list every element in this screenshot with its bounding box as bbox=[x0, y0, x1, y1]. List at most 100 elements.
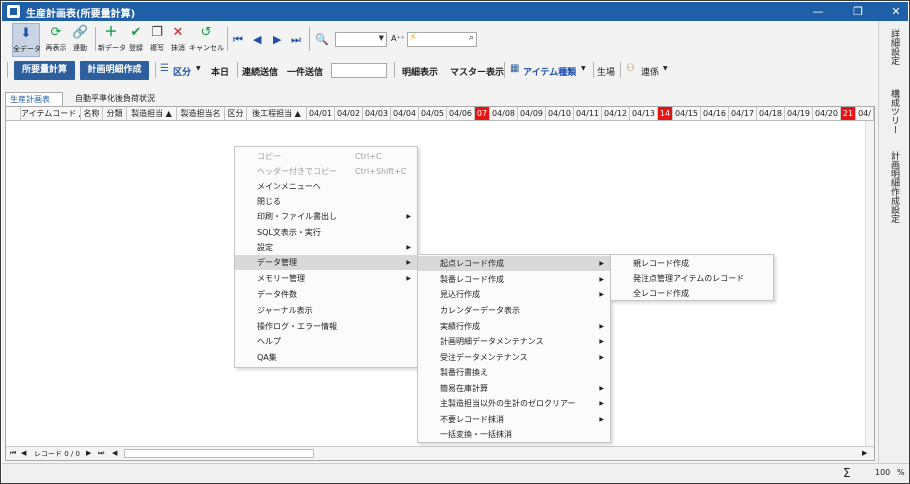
menu-item-qa[interactable]: QA集 bbox=[235, 350, 417, 365]
sigma-icon[interactable]: Σ bbox=[843, 466, 851, 480]
continuous-send-button[interactable]: 連続送信 bbox=[242, 65, 278, 78]
date-header[interactable]: 04/13 bbox=[630, 107, 658, 120]
tab-plan-detail-settings[interactable]: 計画明細作成設定 bbox=[888, 151, 901, 223]
menu-item-data-count[interactable]: データ件数 bbox=[235, 287, 417, 302]
binoculars-icon[interactable]: 🔍 bbox=[315, 33, 329, 46]
menu-item-delete-unneeded[interactable]: 不要レコード抹消 ▶ bbox=[418, 412, 610, 427]
last-page-icon[interactable]: ⏭ bbox=[98, 449, 104, 458]
column-header[interactable]: 後工程担当 ▲ bbox=[247, 107, 307, 120]
scroll-left-icon[interactable]: ◀ bbox=[112, 449, 117, 457]
copy-button[interactable]: ❐ 複写 bbox=[147, 23, 167, 57]
menu-item-zero-clear[interactable]: 主製造担当以外の生計のゼロクリアー ▶ bbox=[418, 396, 610, 411]
last-record-icon[interactable]: ⏭ bbox=[291, 33, 301, 47]
tab-detail-settings[interactable]: 詳細設定 bbox=[888, 29, 901, 65]
menu-item-reorder-point-record[interactable]: 発注点管理アイテムのレコード bbox=[611, 271, 773, 286]
date-header[interactable]: 04/18 bbox=[757, 107, 785, 120]
menu-item-data-management[interactable]: データ管理 ▶ bbox=[235, 255, 417, 270]
next-page-icon[interactable]: ▶ bbox=[86, 449, 91, 457]
today-button[interactable]: 本日 bbox=[211, 65, 229, 78]
font-size-icon[interactable]: A⁺⁺ bbox=[391, 34, 405, 43]
menu-item-simple-stock[interactable]: 簡易在庫計算 ▶ bbox=[418, 381, 610, 396]
register-button[interactable]: ✔ 登録 bbox=[126, 23, 146, 57]
menu-item-sql[interactable]: SQL文表示・実行 bbox=[235, 225, 417, 240]
new-data-button[interactable]: ＋ 新データ bbox=[98, 23, 126, 57]
requirement-calc-button[interactable]: 所要量計算 bbox=[14, 61, 75, 80]
factory-button[interactable]: 生場 bbox=[597, 65, 615, 78]
date-header-holiday[interactable]: 14 bbox=[658, 107, 673, 120]
filter-input[interactable]: ⚡ ⌕ bbox=[407, 32, 477, 47]
tab-auto-leveling[interactable]: 自動平準化後負荷状況 bbox=[71, 92, 159, 106]
date-header[interactable]: 04/09 bbox=[518, 107, 546, 120]
link-button[interactable]: 🔗 連動 bbox=[70, 23, 90, 57]
date-header[interactable]: 04/11 bbox=[574, 107, 602, 120]
date-header[interactable]: 04/20 bbox=[813, 107, 841, 120]
menu-item-lot-record[interactable]: 製番レコード作成 ▶ bbox=[418, 272, 610, 287]
date-header[interactable]: 04/10 bbox=[546, 107, 574, 120]
first-record-icon[interactable]: ⏮ bbox=[233, 33, 243, 47]
cancel-button[interactable]: ↺ キャンセル bbox=[189, 23, 224, 57]
menu-item-journal[interactable]: ジャーナル表示 bbox=[235, 303, 417, 318]
menu-item-calendar-data[interactable]: カレンダーデータ表示 bbox=[418, 303, 610, 318]
scroll-right-icon[interactable]: ▶ bbox=[862, 449, 867, 457]
linkage-dropdown[interactable]: 連係 bbox=[641, 65, 659, 78]
menu-item-all-records[interactable]: 全レコード作成 bbox=[611, 286, 773, 301]
minimize-button[interactable]: — bbox=[808, 4, 828, 19]
detail-display-button[interactable]: 明細表示 bbox=[402, 65, 438, 78]
next-record-icon[interactable]: ▶ bbox=[273, 33, 281, 46]
menu-item-main-menu[interactable]: メインメニューへ bbox=[235, 179, 417, 194]
date-header[interactable]: 04/02 bbox=[335, 107, 363, 120]
reload-button[interactable]: ⟳ 再表示 bbox=[43, 23, 69, 57]
date-header[interactable]: 04/08 bbox=[490, 107, 518, 120]
tab-structure-tree[interactable]: 構成ツリー bbox=[888, 89, 901, 134]
menu-item-copy[interactable]: コピー Ctrl+C bbox=[235, 149, 417, 164]
menu-item-parent-record[interactable]: 親レコード作成 bbox=[611, 256, 773, 271]
menu-item-lot-rewrite[interactable]: 製番行書換え bbox=[418, 365, 610, 380]
menu-item-bulk-convert[interactable]: 一括変換・一括抹消 bbox=[418, 427, 610, 442]
date-header-holiday[interactable]: 07 bbox=[475, 107, 490, 120]
search-combo[interactable]: ▼ bbox=[335, 32, 387, 47]
item-type-dropdown[interactable]: アイテム種類 bbox=[523, 65, 576, 78]
date-header[interactable]: 04/06 bbox=[447, 107, 475, 120]
date-header[interactable]: 04/01 bbox=[307, 107, 335, 120]
restore-button[interactable]: ❐ bbox=[848, 4, 868, 19]
date-header[interactable]: 04/ bbox=[856, 107, 874, 120]
delete-button[interactable]: ✕ 抹消 bbox=[168, 23, 188, 57]
menu-item-print-export[interactable]: 印刷・ファイル書出し ▶ bbox=[235, 209, 417, 224]
menu-item-copy-with-header[interactable]: ヘッダー付きでコピー Ctrl+Shift+C bbox=[235, 164, 417, 179]
menu-item-actual-row[interactable]: 実績行作成 ▶ bbox=[418, 319, 610, 334]
close-button[interactable]: ✕ bbox=[886, 4, 906, 19]
tab-production-plan[interactable]: 生産計画表 bbox=[5, 92, 63, 106]
column-header[interactable]: 名称 bbox=[81, 107, 103, 120]
plan-detail-create-button[interactable]: 計画明細作成 bbox=[80, 61, 149, 80]
column-header[interactable]: 製造担当名 bbox=[177, 107, 225, 120]
previous-record-icon[interactable]: ◀ bbox=[253, 33, 261, 46]
all-data-button[interactable]: ⬇ 全データ bbox=[12, 23, 41, 57]
menu-item-operation-log[interactable]: 操作ログ・エラー情報 bbox=[235, 319, 417, 334]
menu-item-memory[interactable]: メモリー管理 ▶ bbox=[235, 271, 417, 286]
date-header[interactable]: 04/03 bbox=[363, 107, 391, 120]
first-page-icon[interactable]: ⏮ bbox=[10, 449, 16, 458]
column-header[interactable]: 区分 bbox=[225, 107, 247, 120]
menu-item-order-maintenance[interactable]: 受注データメンテナンス ▶ bbox=[418, 350, 610, 365]
menu-item-settings[interactable]: 設定 ▶ bbox=[235, 240, 417, 255]
prev-page-icon[interactable]: ◀ bbox=[21, 449, 26, 457]
send-input[interactable] bbox=[331, 63, 387, 78]
date-header[interactable]: 04/17 bbox=[729, 107, 757, 120]
column-header[interactable]: アイテムコード ▲ bbox=[21, 107, 81, 120]
menu-item-plan-detail-maintenance[interactable]: 計画明細データメンテナンス ▶ bbox=[418, 334, 610, 349]
date-header[interactable]: 04/12 bbox=[602, 107, 630, 120]
menu-item-origin-record[interactable]: 起点レコード作成 ▶ bbox=[418, 256, 610, 271]
section-dropdown[interactable]: 区分 bbox=[173, 65, 191, 78]
date-header-holiday[interactable]: 21 bbox=[841, 107, 856, 120]
date-header[interactable]: 04/05 bbox=[419, 107, 447, 120]
column-header[interactable]: 分類 bbox=[103, 107, 127, 120]
vertical-scrollbar[interactable] bbox=[865, 121, 874, 446]
date-header[interactable]: 04/15 bbox=[673, 107, 701, 120]
menu-item-close[interactable]: 閉じる bbox=[235, 194, 417, 209]
column-header[interactable]: 製造担当 ▲ bbox=[127, 107, 177, 120]
master-display-button[interactable]: マスター表示 bbox=[450, 65, 504, 78]
date-header[interactable]: 04/16 bbox=[701, 107, 729, 120]
date-header[interactable]: 04/19 bbox=[785, 107, 813, 120]
menu-item-help[interactable]: ヘルプ bbox=[235, 334, 417, 349]
date-header[interactable]: 04/04 bbox=[391, 107, 419, 120]
